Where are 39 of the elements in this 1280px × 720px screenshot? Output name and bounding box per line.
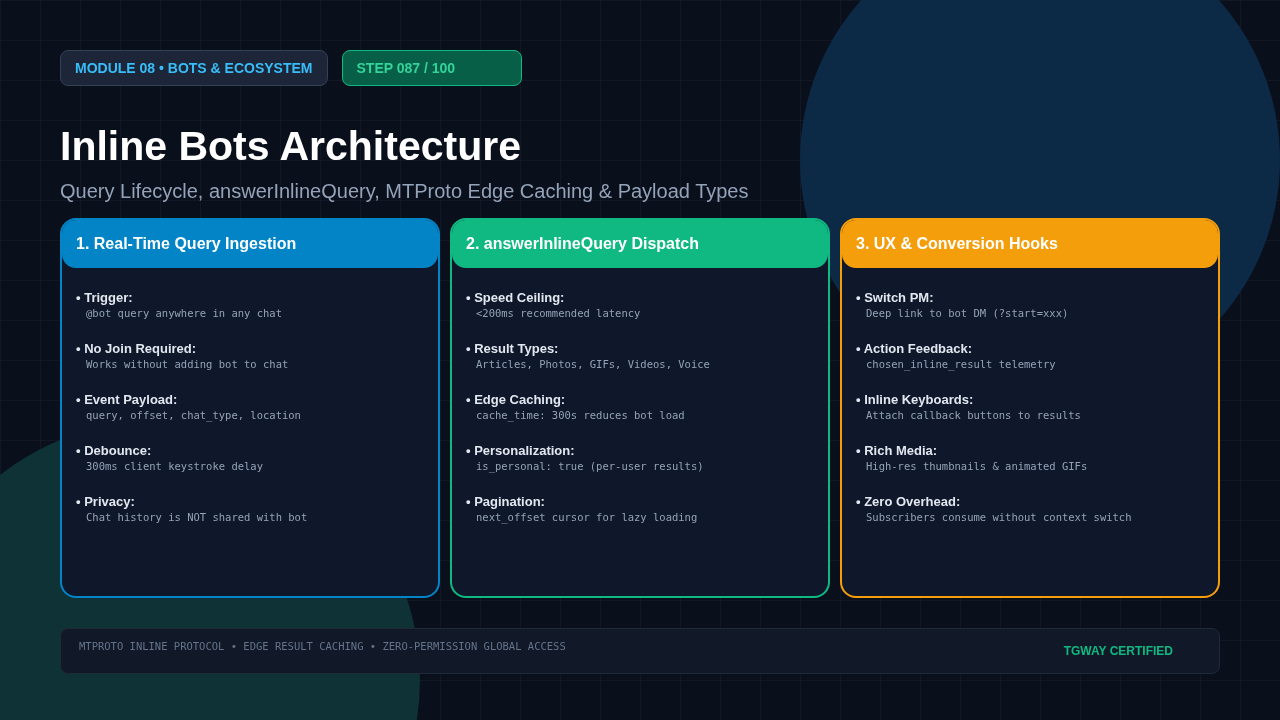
item-label: • No Join Required: bbox=[76, 341, 198, 356]
item-label: • Personalization: bbox=[466, 443, 576, 458]
item-label: • Rich Media: bbox=[856, 443, 939, 458]
item-detail: <200ms recommended latency bbox=[475, 307, 642, 319]
item-label: • Zero Overhead: bbox=[856, 494, 962, 509]
item-detail: next_offset cursor for lazy loading bbox=[475, 511, 699, 523]
slide-subtitle: Query Lifecycle, answerInlineQuery, MTProto Edge Caching & Payload Types bbox=[60, 179, 750, 204]
item-label: • Privacy: bbox=[76, 494, 136, 509]
footer-text: MTPROTO INLINE PROTOCOL • EDGE RESULT CACHING • ZERO-PERMISSION GLOBAL ACCESS bbox=[79, 640, 566, 652]
item-label: • Edge Caching: bbox=[466, 392, 567, 407]
slide-title: Inline Bots Architecture bbox=[60, 122, 522, 171]
item-label: • Debounce: bbox=[76, 443, 153, 458]
item-label: • Inline Keyboards: bbox=[856, 392, 975, 407]
item-label: • Action Feedback: bbox=[856, 341, 974, 356]
card-header: 2. answerInlineQuery Dispatch bbox=[452, 220, 828, 268]
item-label: • Trigger: bbox=[76, 290, 134, 305]
item-detail: @bot query anywhere in any chat bbox=[85, 307, 283, 319]
item-detail: Subscribers consume without context switch bbox=[865, 511, 1133, 523]
item-detail: Articles, Photos, GIFs, Videos, Voice bbox=[475, 358, 711, 370]
module-badge: STEP 087 / 100 bbox=[341, 50, 522, 86]
certified-label: TGWAY CERTIFIED bbox=[1063, 644, 1173, 658]
item-detail: High-res thumbnails & animated GIFs bbox=[865, 460, 1089, 472]
item-detail: query, offset, chat_type, location bbox=[85, 409, 302, 421]
item-detail: cache_time: 300s reduces bot load bbox=[475, 409, 686, 421]
card-header: 3. UX & Conversion Hooks bbox=[842, 220, 1218, 268]
card-header: 1. Real-Time Query Ingestion bbox=[62, 220, 438, 268]
item-detail: Works without adding bot to chat bbox=[85, 358, 290, 370]
item-detail: 300ms client keystroke delay bbox=[85, 460, 264, 472]
item-label: • Pagination: bbox=[466, 494, 546, 509]
item-label: • Result Types: bbox=[466, 341, 560, 356]
item-detail: Deep link to bot DM (?start=xxx) bbox=[865, 307, 1070, 319]
item-label: • Speed Ceiling: bbox=[466, 290, 566, 305]
item-detail: Attach callback buttons to results bbox=[865, 409, 1082, 421]
module-badge: MODULE 08 • BOTS & ECOSYSTEM bbox=[60, 50, 328, 86]
item-detail: chosen_inline_result telemetry bbox=[865, 358, 1057, 370]
item-label: • Event Payload: bbox=[76, 392, 179, 407]
item-detail: is_personal: true (per-user results) bbox=[475, 460, 705, 472]
item-label: • Switch PM: bbox=[856, 290, 935, 305]
item-detail: Chat history is NOT shared with bot bbox=[85, 511, 309, 523]
